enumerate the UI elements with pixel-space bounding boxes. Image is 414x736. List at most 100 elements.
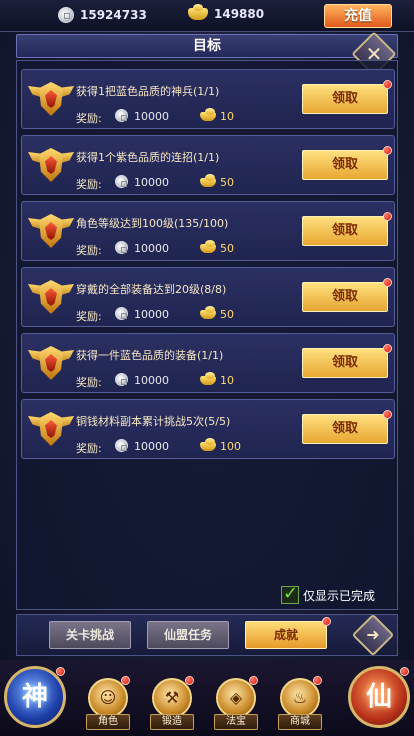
claim-button[interactable]: 领取 bbox=[302, 80, 392, 114]
notification-dot bbox=[185, 676, 194, 685]
nav-label: 角色 bbox=[86, 714, 130, 730]
reward-silver-amount: 10000 bbox=[134, 110, 169, 123]
reward-gold-amount: 50 bbox=[220, 308, 234, 321]
task-row: 穿戴的全部装备达到20级(8/8) 奖励: 10000 50 领取 bbox=[21, 267, 395, 327]
notification-dot bbox=[383, 80, 392, 89]
nav-item-character[interactable]: ☺ 角色 bbox=[86, 676, 130, 732]
tab-guild-tasks[interactable]: 仙盟任务 bbox=[147, 621, 229, 649]
claim-label: 领取 bbox=[331, 421, 358, 436]
achievement-badge-icon bbox=[28, 406, 74, 452]
claim-button[interactable]: 领取 bbox=[302, 146, 392, 180]
reward-gold-amount: 10 bbox=[220, 374, 234, 387]
nav-item-shop[interactable]: ♨ 商城 bbox=[278, 676, 322, 732]
notification-dot bbox=[121, 676, 130, 685]
reward-gold-amount: 10 bbox=[220, 110, 234, 123]
gold-ingot-icon bbox=[188, 4, 208, 20]
gold-ingot-icon bbox=[200, 108, 216, 121]
nav-label: 锻造 bbox=[150, 714, 194, 730]
task-title: 穿戴的全部装备达到20级(8/8) bbox=[76, 283, 227, 296]
reward-gold-amount: 50 bbox=[220, 176, 234, 189]
task-title: 角色等级达到100级(135/100) bbox=[76, 217, 229, 230]
notification-dot bbox=[249, 676, 258, 685]
gold-ingot-icon bbox=[200, 240, 216, 253]
claim-button[interactable]: 领取 bbox=[302, 278, 392, 312]
silver-amount: 15924733 bbox=[80, 8, 147, 22]
tab-achievements[interactable]: 成就 bbox=[245, 617, 331, 649]
notification-dot bbox=[56, 667, 65, 676]
achievement-badge-icon bbox=[28, 274, 74, 320]
notification-dot bbox=[383, 146, 392, 155]
reward-label: 奖励: bbox=[76, 244, 102, 257]
notification-dot bbox=[313, 676, 322, 685]
claim-button[interactable]: 领取 bbox=[302, 212, 392, 246]
nav-item-treasure[interactable]: ◈ 法宝 bbox=[214, 676, 258, 732]
silver-coin-icon bbox=[115, 109, 128, 122]
gold-amount: 149880 bbox=[214, 7, 265, 21]
reward-silver-amount: 10000 bbox=[134, 242, 169, 255]
reward-label: 奖励: bbox=[76, 376, 102, 389]
task-row: 获得一件蓝色品质的装备(1/1) 奖励: 10000 10 领取 bbox=[21, 333, 395, 393]
reward-label: 奖励: bbox=[76, 442, 102, 455]
silver-coin-icon bbox=[115, 439, 128, 452]
tab-achievements-label: 成就 bbox=[273, 628, 298, 642]
reward-silver-amount: 10000 bbox=[134, 374, 169, 387]
check-icon[interactable] bbox=[281, 583, 299, 604]
claim-label: 领取 bbox=[331, 91, 358, 106]
only-completed-label: 仅显示已完成 bbox=[303, 588, 376, 603]
silver-currency: 15924733 bbox=[58, 7, 147, 23]
reward-silver-amount: 10000 bbox=[134, 308, 169, 321]
claim-button[interactable]: 领取 bbox=[302, 410, 392, 444]
gold-ingot-icon bbox=[200, 372, 216, 385]
reward-gold-amount: 50 bbox=[220, 242, 234, 255]
recharge-button[interactable]: 充值 bbox=[324, 4, 392, 28]
gold-ingot-icon bbox=[200, 174, 216, 187]
gold-currency: 149880 bbox=[188, 4, 265, 21]
only-completed-toggle[interactable]: 仅显示已完成 bbox=[281, 583, 376, 604]
nav-item-forge[interactable]: ⚒ 锻造 bbox=[150, 676, 194, 732]
nav-label: 法宝 bbox=[214, 714, 258, 730]
silver-coin-icon bbox=[115, 241, 128, 254]
nav-orb-left-label: 神 bbox=[21, 682, 48, 712]
reward-silver-amount: 10000 bbox=[134, 440, 169, 453]
achievement-badge-icon bbox=[28, 142, 74, 188]
notification-dot bbox=[383, 410, 392, 419]
reward-silver-amount: 10000 bbox=[134, 176, 169, 189]
task-panel: 获得1把蓝色品质的神兵(1/1) 奖励: 10000 10 领取 获得1个紫色品… bbox=[16, 60, 398, 610]
task-row: 铜钱材料副本累计挑战5次(5/5) 奖励: 10000 100 领取 bbox=[21, 399, 395, 459]
notification-dot bbox=[383, 212, 392, 221]
gold-ingot-icon bbox=[200, 306, 216, 319]
task-row: 角色等级达到100级(135/100) 奖励: 10000 50 领取 bbox=[21, 201, 395, 261]
nav-orb-right-label: 仙 bbox=[365, 682, 392, 712]
claim-label: 领取 bbox=[331, 289, 358, 304]
task-title: 获得1个紫色品质的连招(1/1) bbox=[76, 151, 220, 164]
achievement-badge-icon bbox=[28, 76, 74, 122]
reward-label: 奖励: bbox=[76, 112, 102, 125]
tab-stage-challenge[interactable]: 关卡挑战 bbox=[49, 621, 131, 649]
gold-ingot-icon bbox=[200, 438, 216, 451]
silver-coin-icon bbox=[115, 307, 128, 320]
currency-bar: 15924733 149880 充值 bbox=[0, 0, 414, 32]
notification-dot bbox=[383, 278, 392, 287]
nav-label: 商城 bbox=[278, 714, 322, 730]
claim-label: 领取 bbox=[331, 157, 358, 172]
task-title: 获得一件蓝色品质的装备(1/1) bbox=[76, 349, 224, 362]
task-title: 获得1把蓝色品质的神兵(1/1) bbox=[76, 85, 220, 98]
notification-dot bbox=[400, 667, 409, 676]
task-row: 获得1把蓝色品质的神兵(1/1) 奖励: 10000 10 领取 bbox=[21, 69, 395, 129]
reward-gold-amount: 100 bbox=[220, 440, 241, 453]
nav-orb-left[interactable]: 神 bbox=[4, 666, 66, 728]
claim-button[interactable]: 领取 bbox=[302, 344, 392, 378]
category-tabs: 关卡挑战 仙盟任务 成就 bbox=[16, 614, 398, 656]
nav-orb-right[interactable]: 仙 bbox=[348, 666, 410, 728]
claim-label: 领取 bbox=[331, 355, 358, 370]
task-row: 获得1个紫色品质的连招(1/1) 奖励: 10000 50 领取 bbox=[21, 135, 395, 195]
claim-label: 领取 bbox=[331, 223, 358, 238]
silver-coin-icon bbox=[58, 7, 74, 23]
achievement-badge-icon bbox=[28, 208, 74, 254]
reward-label: 奖励: bbox=[76, 178, 102, 191]
task-title: 铜钱材料副本累计挑战5次(5/5) bbox=[76, 415, 231, 428]
achievement-badge-icon bbox=[28, 340, 74, 386]
panel-title: 目标 bbox=[16, 34, 398, 58]
notification-dot bbox=[322, 617, 331, 626]
arrow-icon: ➜ bbox=[366, 625, 380, 644]
